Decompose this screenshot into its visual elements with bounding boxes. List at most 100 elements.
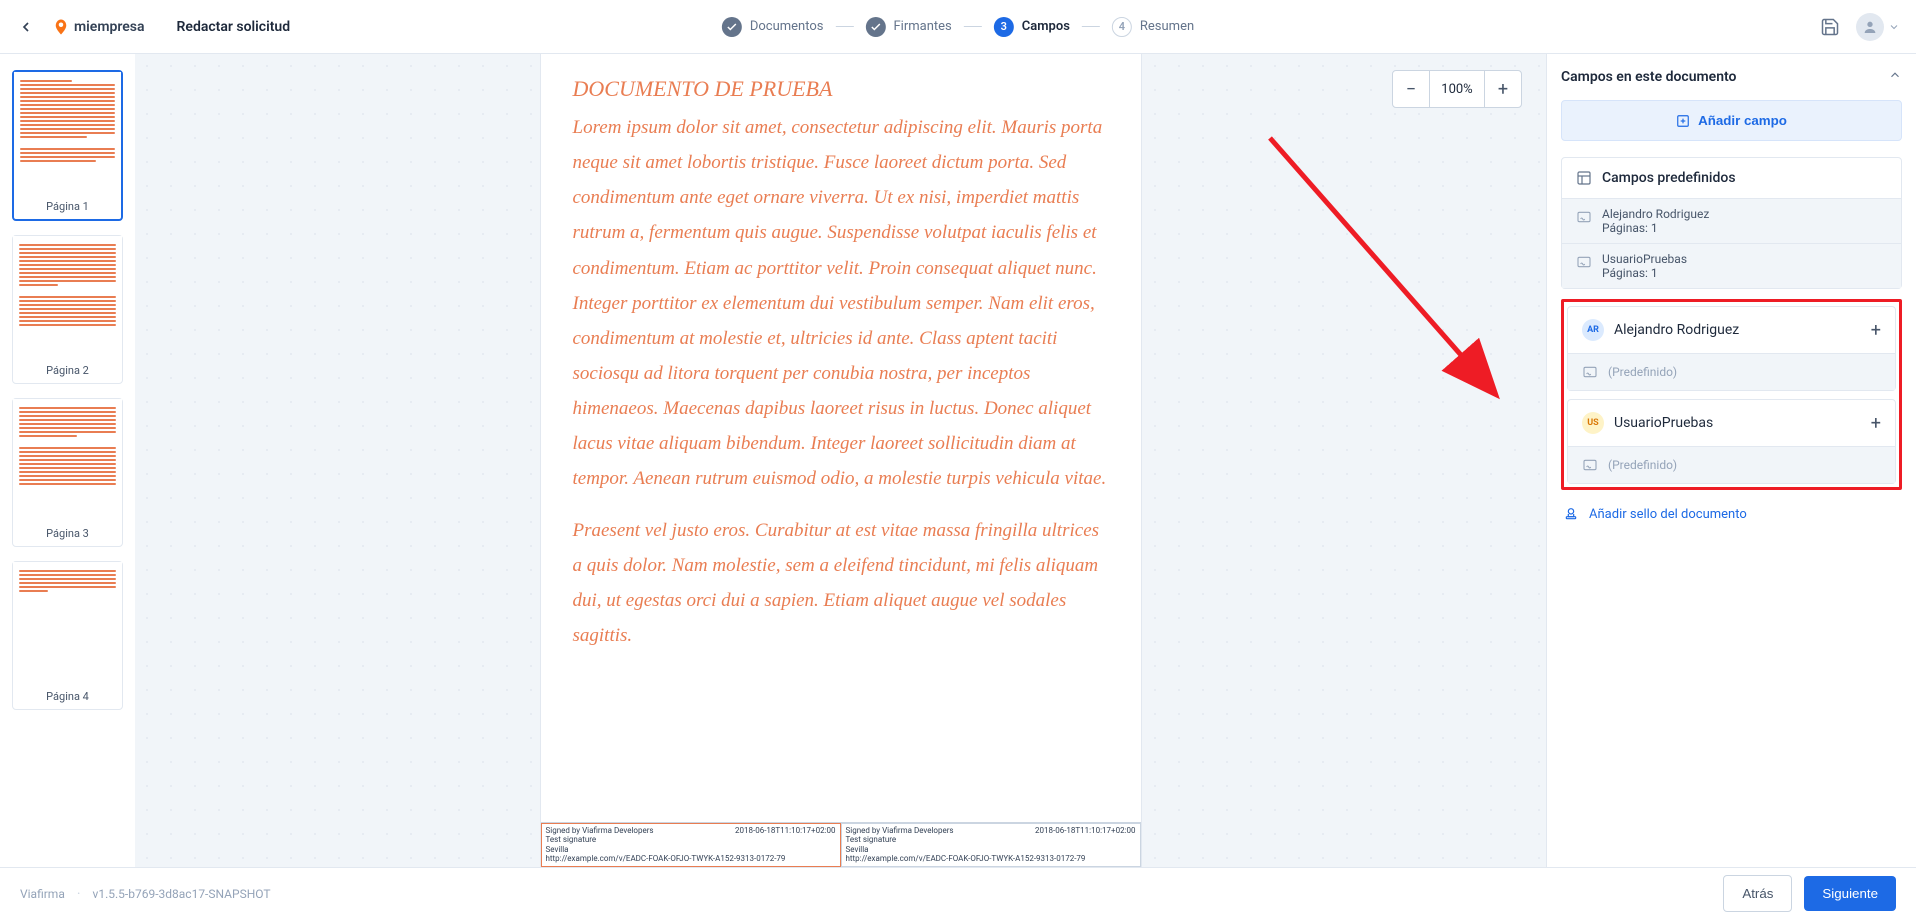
step-label: Resumen [1140, 19, 1194, 34]
signer-name: UsuarioPruebas [1614, 415, 1861, 431]
step-number: 3 [994, 17, 1014, 37]
sig-location: Sevilla [846, 845, 869, 854]
step-label: Campos [1022, 19, 1070, 34]
thumbnail-page-4[interactable]: Página 4 [12, 561, 123, 710]
predefined-fields-header[interactable]: Campos predefinidos [1562, 158, 1901, 198]
predefined-user-row[interactable]: Alejandro Rodriguez Páginas: 1 [1562, 198, 1901, 243]
check-icon [722, 17, 742, 37]
thumbnail-page-3[interactable]: Página 3 [12, 398, 123, 547]
step-label: Firmantes [893, 19, 951, 34]
fields-panel: Campos en este documento Añadir campo Ca… [1546, 54, 1916, 867]
add-field-label: Añadir campo [1698, 113, 1787, 128]
zoom-value: 100% [1429, 71, 1485, 107]
signature-icon [1576, 209, 1592, 225]
stamp-icon [1563, 506, 1579, 522]
add-field-button[interactable]: Añadir campo [1561, 100, 1902, 141]
signature-box: Signed by Viafirma Developers 2018-06-18T… [541, 823, 841, 867]
document-body: Lorem ipsum dolor sit amet, consectetur … [573, 110, 1109, 653]
user-name: Alejandro Rodriguez [1602, 207, 1709, 221]
document-page: DOCUMENTO DE PRUEBA Lorem ipsum dolor si… [541, 54, 1141, 867]
step-label: Documentos [750, 19, 824, 34]
predefined-user-row[interactable]: UsuarioPruebas Páginas: 1 [1562, 243, 1901, 288]
step-separator [964, 26, 982, 27]
predefined-label: (Predefinido) [1608, 365, 1677, 379]
signature-row: Signed by Viafirma Developers 2018-06-18T… [541, 822, 1141, 867]
collapse-button[interactable] [1888, 68, 1902, 86]
signer-predefined-row[interactable]: (Predefinido) [1568, 353, 1895, 390]
app-header: miempresa Redactar solicitud Documentos … [0, 0, 1916, 54]
predefined-fields-section: Campos predefinidos Alejandro Rodriguez … [1561, 157, 1902, 289]
sig-timestamp: 2018-06-18T11:10:17+02:00 [735, 826, 835, 836]
highlighted-signers: AR Alejandro Rodriguez + (Predefinido) U… [1561, 299, 1902, 490]
thumbnail-label: Página 2 [13, 358, 122, 383]
sig-type: Test signature [546, 835, 597, 844]
zoom-controls: − 100% + [1392, 70, 1522, 108]
chevron-down-icon [1888, 21, 1900, 33]
thumbnail-page-1[interactable]: Página 1 [12, 70, 123, 221]
user-pages: Páginas: 1 [1602, 266, 1687, 280]
layout-icon [1576, 170, 1592, 186]
signer-usuariopruebas: US UsuarioPruebas + (Predefinido) [1567, 399, 1896, 484]
add-signer-field-button[interactable]: + [1871, 320, 1881, 341]
step-documentos[interactable]: Documentos [722, 17, 824, 37]
thumbnail-label: Página 1 [14, 194, 121, 219]
sig-location: Sevilla [546, 845, 569, 854]
user-pages: Páginas: 1 [1602, 221, 1709, 235]
signer-header[interactable]: AR Alejandro Rodriguez + [1568, 307, 1895, 353]
document-canvas[interactable]: − 100% + DOCUMENTO DE PRUEBA Lorem ipsum… [135, 54, 1546, 867]
signature-icon [1582, 457, 1598, 473]
brand-text: miempresa [74, 19, 145, 35]
signature-icon [1576, 254, 1592, 270]
signer-alejandro: AR Alejandro Rodriguez + (Predefinido) [1567, 306, 1896, 391]
signer-predefined-row[interactable]: (Predefinido) [1568, 446, 1895, 483]
plus-box-icon [1676, 114, 1690, 128]
progress-stepper: Documentos Firmantes 3 Campos 4 Resumen [722, 17, 1194, 37]
panel-title: Campos en este documento [1561, 69, 1736, 85]
signer-header[interactable]: US UsuarioPruebas + [1568, 400, 1895, 446]
step-separator [835, 26, 853, 27]
step-resumen[interactable]: 4 Resumen [1112, 17, 1194, 37]
next-button[interactable]: Siguiente [1804, 876, 1896, 911]
sig-timestamp: 2018-06-18T11:10:17+02:00 [1035, 826, 1135, 836]
signer-name: Alejandro Rodriguez [1614, 322, 1861, 338]
check-icon [865, 17, 885, 37]
app-footer: Viafirma · v1.5.5-b769-3d8ac17-SNAPSHOT … [0, 867, 1916, 919]
zoom-in-button[interactable]: + [1485, 71, 1521, 107]
brand-logo: miempresa [52, 18, 145, 36]
step-separator [1082, 26, 1100, 27]
thumbnail-label: Página 3 [13, 521, 122, 546]
zoom-out-button[interactable]: − [1393, 71, 1429, 107]
thumbnail-label: Página 4 [13, 684, 122, 709]
back-button[interactable] [16, 17, 36, 37]
signer-badge: AR [1582, 319, 1604, 341]
add-signer-field-button[interactable]: + [1871, 413, 1881, 434]
footer-separator: · [77, 886, 81, 902]
document-paragraph: Praesent vel justo eros. Curabitur at es… [573, 513, 1109, 654]
signature-icon [1582, 364, 1598, 380]
back-button[interactable]: Atrás [1723, 875, 1792, 912]
page-title: Redactar solicitud [177, 19, 291, 35]
thumbnail-page-2[interactable]: Página 2 [12, 235, 123, 384]
user-menu[interactable] [1856, 13, 1900, 41]
step-number: 4 [1112, 17, 1132, 37]
add-document-seal-button[interactable]: Añadir sello del documento [1561, 502, 1902, 526]
signature-box: Signed by Viafirma Developers 2018-06-18T… [841, 823, 1141, 867]
sig-url: http://example.com/v/EADC-FOAK-OFJO-TWYK… [846, 854, 1086, 863]
save-button[interactable] [1820, 17, 1840, 37]
sig-url: http://example.com/v/EADC-FOAK-OFJO-TWYK… [546, 854, 786, 863]
sig-signed-by: Signed by Viafirma Developers [846, 826, 954, 835]
user-name: UsuarioPruebas [1602, 252, 1687, 266]
page-thumbnails: Página 1 Página 2 Página 3 Página 4 [0, 54, 135, 867]
section-label: Campos predefinidos [1602, 170, 1736, 186]
predefined-label: (Predefinido) [1608, 458, 1677, 472]
sig-signed-by: Signed by Viafirma Developers [546, 826, 654, 835]
sig-type: Test signature [846, 835, 897, 844]
avatar-icon [1856, 13, 1884, 41]
signer-badge: US [1582, 412, 1604, 434]
step-campos[interactable]: 3 Campos [994, 17, 1070, 37]
step-firmantes[interactable]: Firmantes [865, 17, 951, 37]
add-seal-label: Añadir sello del documento [1589, 507, 1747, 522]
document-title: DOCUMENTO DE PRUEBA [573, 76, 1109, 102]
footer-brand: Viafirma [20, 887, 65, 901]
footer-version: v1.5.5-b769-3d8ac17-SNAPSHOT [93, 887, 271, 901]
